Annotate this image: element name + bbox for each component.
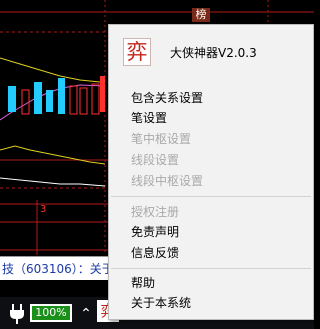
context-menu: 弈 大侠神器V2.0.3 包含关系设置 笔设置 笔中枢设置 线段设置 线段中枢设… <box>108 24 314 320</box>
menu-item-disclaimer[interactable]: 免责声明 <box>131 222 179 242</box>
menu-item-license-register: 授权注册 <box>131 205 180 219</box>
menu-separator <box>111 268 311 269</box>
menu-item-help[interactable]: 帮助 <box>131 273 155 293</box>
menu-item-feedback[interactable]: 信息反馈 <box>131 243 179 263</box>
menu-item-segment-settings: 线段设置 <box>131 153 180 167</box>
menu-item-about[interactable]: 关于本系统 <box>131 293 191 313</box>
menu-item-inclusion-settings[interactable]: 包含关系设置 <box>131 88 203 108</box>
chart-tick-label: 3 <box>40 204 47 215</box>
battery-icon[interactable]: 100% <box>30 304 72 322</box>
chart-tag: 榜 <box>192 8 210 22</box>
app-title: 大侠神器V2.0.3 <box>170 46 257 60</box>
plug-icon[interactable] <box>8 303 26 325</box>
app-logo-icon: 弈 <box>123 38 151 66</box>
menu-header: 弈 大侠神器V2.0.3 <box>109 25 313 81</box>
menu-item-stroke-settings[interactable]: 笔设置 <box>131 108 167 128</box>
volume-bars <box>8 76 105 115</box>
menu-item-stroke-pivot-settings: 笔中枢设置 <box>131 132 192 146</box>
menu-item-segment-pivot-settings: 线段中枢设置 <box>131 174 204 188</box>
chevron-up-icon[interactable]: ⌃ <box>78 303 94 325</box>
menu-separator <box>111 196 311 197</box>
